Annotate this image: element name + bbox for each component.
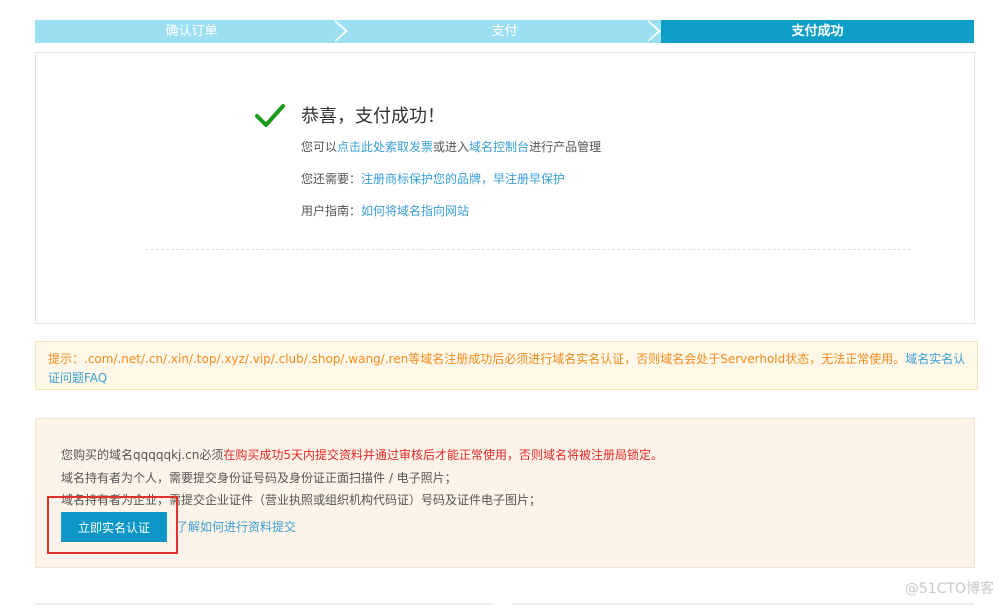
trademark-line: 您还需要：注册商标保护您的品牌，早注册早保护	[301, 172, 566, 186]
success-panel: 恭喜，支付成功！ 您可以点击此处索取发票或进入域名控制台进行产品管理 您还需要：…	[35, 52, 975, 324]
submission-help-link[interactable]: 了解如何进行资料提交	[176, 518, 296, 535]
step-label: 支付	[491, 24, 518, 39]
register-trademark-link[interactable]: 注册商标保护您的品牌，早注册早保护	[361, 172, 565, 186]
divider	[146, 249, 911, 250]
verify-requirement: 您购买的域名qqqqqkj.cn必须在购买成功5天内提交资料并通过审核后才能正常…	[61, 448, 664, 462]
step-divider	[646, 20, 658, 42]
individual-requirement: 域名持有者为个人，需要提交身份证号码及身份证正面扫描件 / 电子照片；	[61, 471, 457, 485]
deadline-warning: 在购买成功5天内提交资料并通过审核后才能正常使用，否则域名将被注册局锁定。	[223, 448, 664, 462]
success-title: 恭喜，支付成功！	[301, 106, 445, 127]
divider	[512, 603, 974, 605]
domain-console-link[interactable]: 域名控制台	[469, 140, 529, 154]
step-confirm-order: 确认订单	[35, 20, 348, 43]
request-invoice-link[interactable]: 点击此处索取发票	[337, 140, 433, 154]
watermark: @51CTO博客	[904, 581, 994, 597]
step-label: 支付成功	[791, 24, 844, 39]
user-guide-line: 用户指南：如何将域名指向网站	[301, 204, 470, 218]
step-payment-success: 支付成功	[661, 20, 974, 43]
progress-steps: 确认订单 支付 支付成功	[35, 20, 974, 43]
check-icon	[255, 104, 285, 127]
step-divider	[333, 20, 345, 42]
invoice-line: 您可以点击此处索取发票或进入域名控制台进行产品管理	[301, 140, 602, 154]
step-label: 确认订单	[165, 24, 218, 39]
tip-text: 提示：.com/.net/.cn/.xin/.top/.xyz/.vip/.cl…	[48, 352, 906, 366]
step-payment: 支付	[348, 20, 661, 43]
domain-pointing-guide-link[interactable]: 如何将域名指向网站	[361, 204, 469, 218]
highlight-frame	[47, 496, 178, 554]
real-name-tip: 提示：.com/.net/.cn/.xin/.top/.xyz/.vip/.cl…	[35, 341, 978, 390]
divider	[35, 603, 495, 605]
